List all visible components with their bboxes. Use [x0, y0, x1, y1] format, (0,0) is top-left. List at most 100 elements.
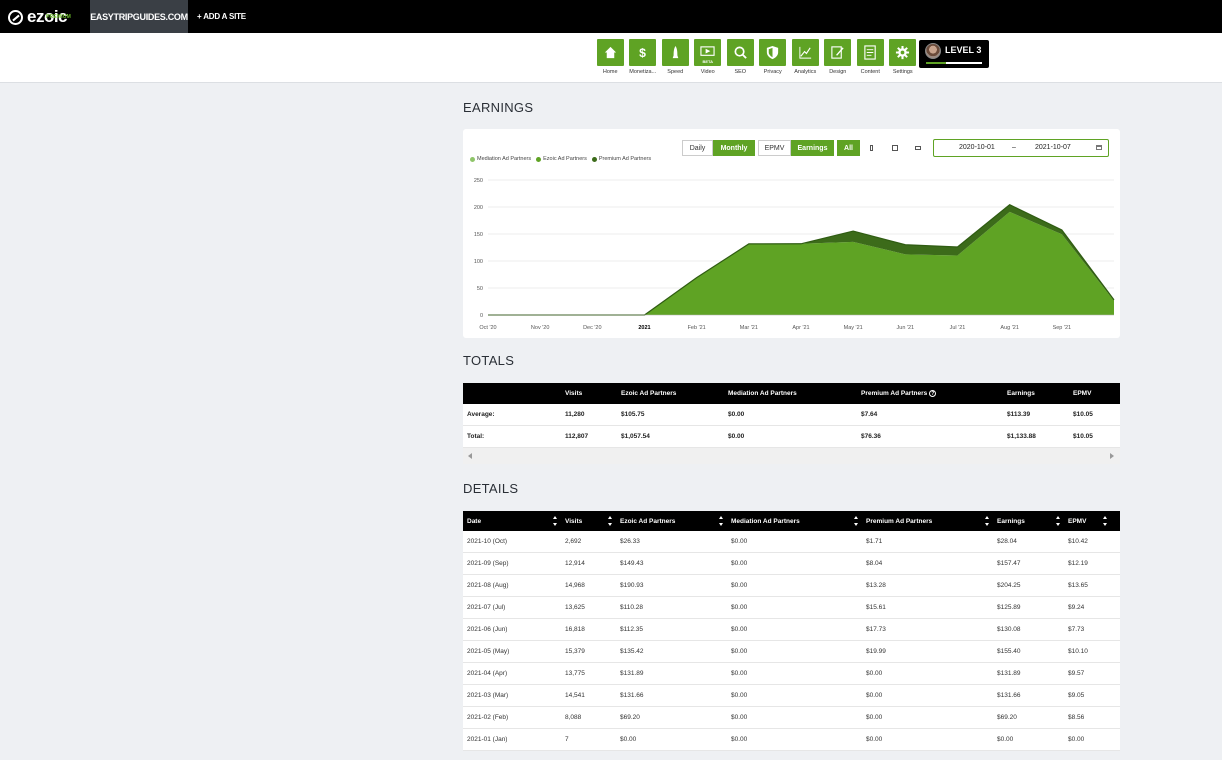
y-tick-label: 0	[480, 313, 483, 319]
table-cell: 2021-02 (Feb)	[467, 714, 509, 721]
x-tick-label: Mar '21	[740, 325, 758, 331]
nav-item-settings[interactable]: Settings	[887, 39, 920, 75]
sort-icon[interactable]	[553, 516, 558, 526]
table-cell: $7.64	[861, 411, 878, 418]
table-cell: $0.00	[731, 604, 748, 611]
table-cell: $7.73	[1068, 626, 1085, 633]
sort-icon[interactable]	[854, 516, 859, 526]
x-tick-label: Dec '20	[583, 325, 601, 331]
sort-icon[interactable]	[1056, 516, 1061, 526]
scroll-left-icon[interactable]	[468, 453, 472, 459]
table-cell: $0.00	[866, 736, 883, 743]
table-row: 2021-09 (Sep) 12,914 $149.43 $0.00 $8.04 $157…	[463, 553, 1120, 575]
header-cell[interactable]: Premium Ad Partners	[866, 511, 932, 531]
table-row: 2021-04 (Apr) 13,775 $131.89 $0.00 $0.00 $131…	[463, 663, 1120, 685]
help-icon[interactable]: ?	[929, 390, 937, 397]
logo-sub-text: PREMIUM	[46, 14, 72, 20]
x-tick-label: May '21	[844, 325, 863, 331]
nav-item-analytics[interactable]: Analytics	[789, 39, 822, 75]
nav-item-privacy[interactable]: Privacy	[757, 39, 790, 75]
header-label: Mediation Ad Partners	[728, 390, 797, 397]
table-cell: $0.00	[731, 560, 748, 567]
nav-item-monetiza[interactable]: $ Monetiza...	[627, 39, 660, 75]
table-cell: $131.66	[997, 692, 1021, 699]
site-tab[interactable]: EASYTRIPGUIDES.COM	[90, 0, 188, 33]
content-icon[interactable]	[856, 39, 884, 66]
table-cell: $10.05	[1073, 411, 1093, 418]
table-cell: $8.56	[1068, 714, 1085, 721]
sort-icon[interactable]	[608, 516, 613, 526]
header-cell: Ezoic Ad Partners	[621, 383, 676, 404]
header-cell[interactable]: Mediation Ad Partners	[731, 511, 800, 531]
table-row: 2021-05 (May) 15,379 $135.42 $0.00 $19.99 $15…	[463, 641, 1120, 663]
table-row: 2021-07 (Jul) 13,625 $110.28 $0.00 $15.61 $12…	[463, 597, 1120, 619]
magnifier-icon[interactable]	[726, 39, 754, 66]
nav-item-seo[interactable]: SEO	[724, 39, 757, 75]
table-cell: $1,057.54	[621, 433, 650, 440]
sort-icon[interactable]	[719, 516, 724, 526]
header-cell: Mediation Ad Partners	[728, 383, 797, 404]
header-cell[interactable]: Visits	[565, 511, 582, 531]
home-icon[interactable]	[596, 39, 624, 66]
totals-horizontal-scrollbar[interactable]	[463, 448, 1120, 464]
table-cell: $0.00	[866, 714, 883, 721]
nav-item-design[interactable]: Design	[822, 39, 855, 75]
table-cell: $0.00	[866, 670, 883, 677]
header-cell: EPMV	[1073, 383, 1091, 404]
table-cell: 13,625	[565, 604, 585, 611]
avatar	[925, 43, 941, 59]
nav-item-content[interactable]: Content	[854, 39, 887, 75]
table-cell: 13,775	[565, 670, 585, 677]
table-row: 2021-02 (Feb) 8,088 $69.20 $0.00 $0.00 $69.20…	[463, 707, 1120, 729]
scroll-right-icon[interactable]	[1110, 453, 1114, 459]
table-cell: 11,280	[565, 411, 585, 418]
table-cell: $69.20	[997, 714, 1017, 721]
add-site-link[interactable]: + ADD A SITE	[197, 0, 246, 33]
design-icon[interactable]	[824, 39, 852, 66]
table-cell: 2021-03 (Mar)	[467, 692, 509, 699]
level-badge[interactable]: LEVEL 3	[919, 40, 989, 68]
table-cell: $9.05	[1068, 692, 1085, 699]
table-cell: $1.71	[866, 538, 883, 545]
dollar-icon[interactable]: $	[629, 39, 657, 66]
table-row: 2021-10 (Oct) 2,692 $26.33 $0.00 $1.71 $28.04…	[463, 531, 1120, 553]
nav-item-label: Design	[829, 69, 847, 75]
nav-item-home[interactable]: Home	[594, 39, 627, 75]
header-label: Mediation Ad Partners	[731, 517, 800, 525]
header-label: EPMV	[1073, 390, 1092, 397]
video-icon[interactable]: BETA	[694, 39, 722, 66]
rocket-icon[interactable]	[661, 39, 689, 66]
header-cell[interactable]: Date	[467, 511, 481, 531]
nav-item-speed[interactable]: Speed	[659, 39, 692, 75]
line-chart-icon[interactable]	[791, 39, 819, 66]
table-cell: 2021-04 (Apr)	[467, 670, 508, 677]
logo-icon	[8, 9, 23, 25]
table-cell: $0.00	[731, 582, 748, 589]
header-cell: Earnings	[1007, 383, 1035, 404]
nav-item-label: Monetiza...	[629, 69, 657, 75]
sort-icon[interactable]	[1103, 516, 1108, 526]
header-cell[interactable]: Ezoic Ad Partners	[620, 511, 675, 531]
sort-icon[interactable]	[985, 516, 990, 526]
table-cell: 2021-05 (May)	[467, 648, 510, 655]
table-cell: $0.00	[728, 433, 745, 440]
x-tick-label: Feb '21	[688, 325, 706, 331]
table-cell: $10.10	[1068, 648, 1088, 655]
shield-icon[interactable]	[759, 39, 787, 66]
header-cell[interactable]: EPMV	[1068, 511, 1086, 531]
table-row: 2021-03 (Mar) 14,541 $131.66 $0.00 $0.00 $131…	[463, 685, 1120, 707]
header-cell[interactable]: Earnings	[997, 511, 1025, 531]
nav-item-video[interactable]: BETA Video	[692, 39, 725, 75]
nav-item-label: Analytics	[794, 69, 817, 75]
table-cell: $131.89	[620, 670, 644, 677]
level-text: LEVEL 3	[945, 45, 982, 55]
x-tick-label: 2021	[638, 325, 650, 331]
table-cell: $0.00	[731, 648, 748, 655]
table-cell: $9.57	[1068, 670, 1085, 677]
table-cell: Total:	[467, 433, 485, 440]
table-cell: 2021-10 (Oct)	[467, 538, 508, 545]
gear-icon[interactable]	[889, 39, 917, 66]
y-tick-label: 50	[477, 286, 483, 292]
main-nav: Home $ Monetiza... Speed BETA Video SEO Privacy…	[0, 33, 1222, 83]
table-cell: $28.04	[997, 538, 1017, 545]
